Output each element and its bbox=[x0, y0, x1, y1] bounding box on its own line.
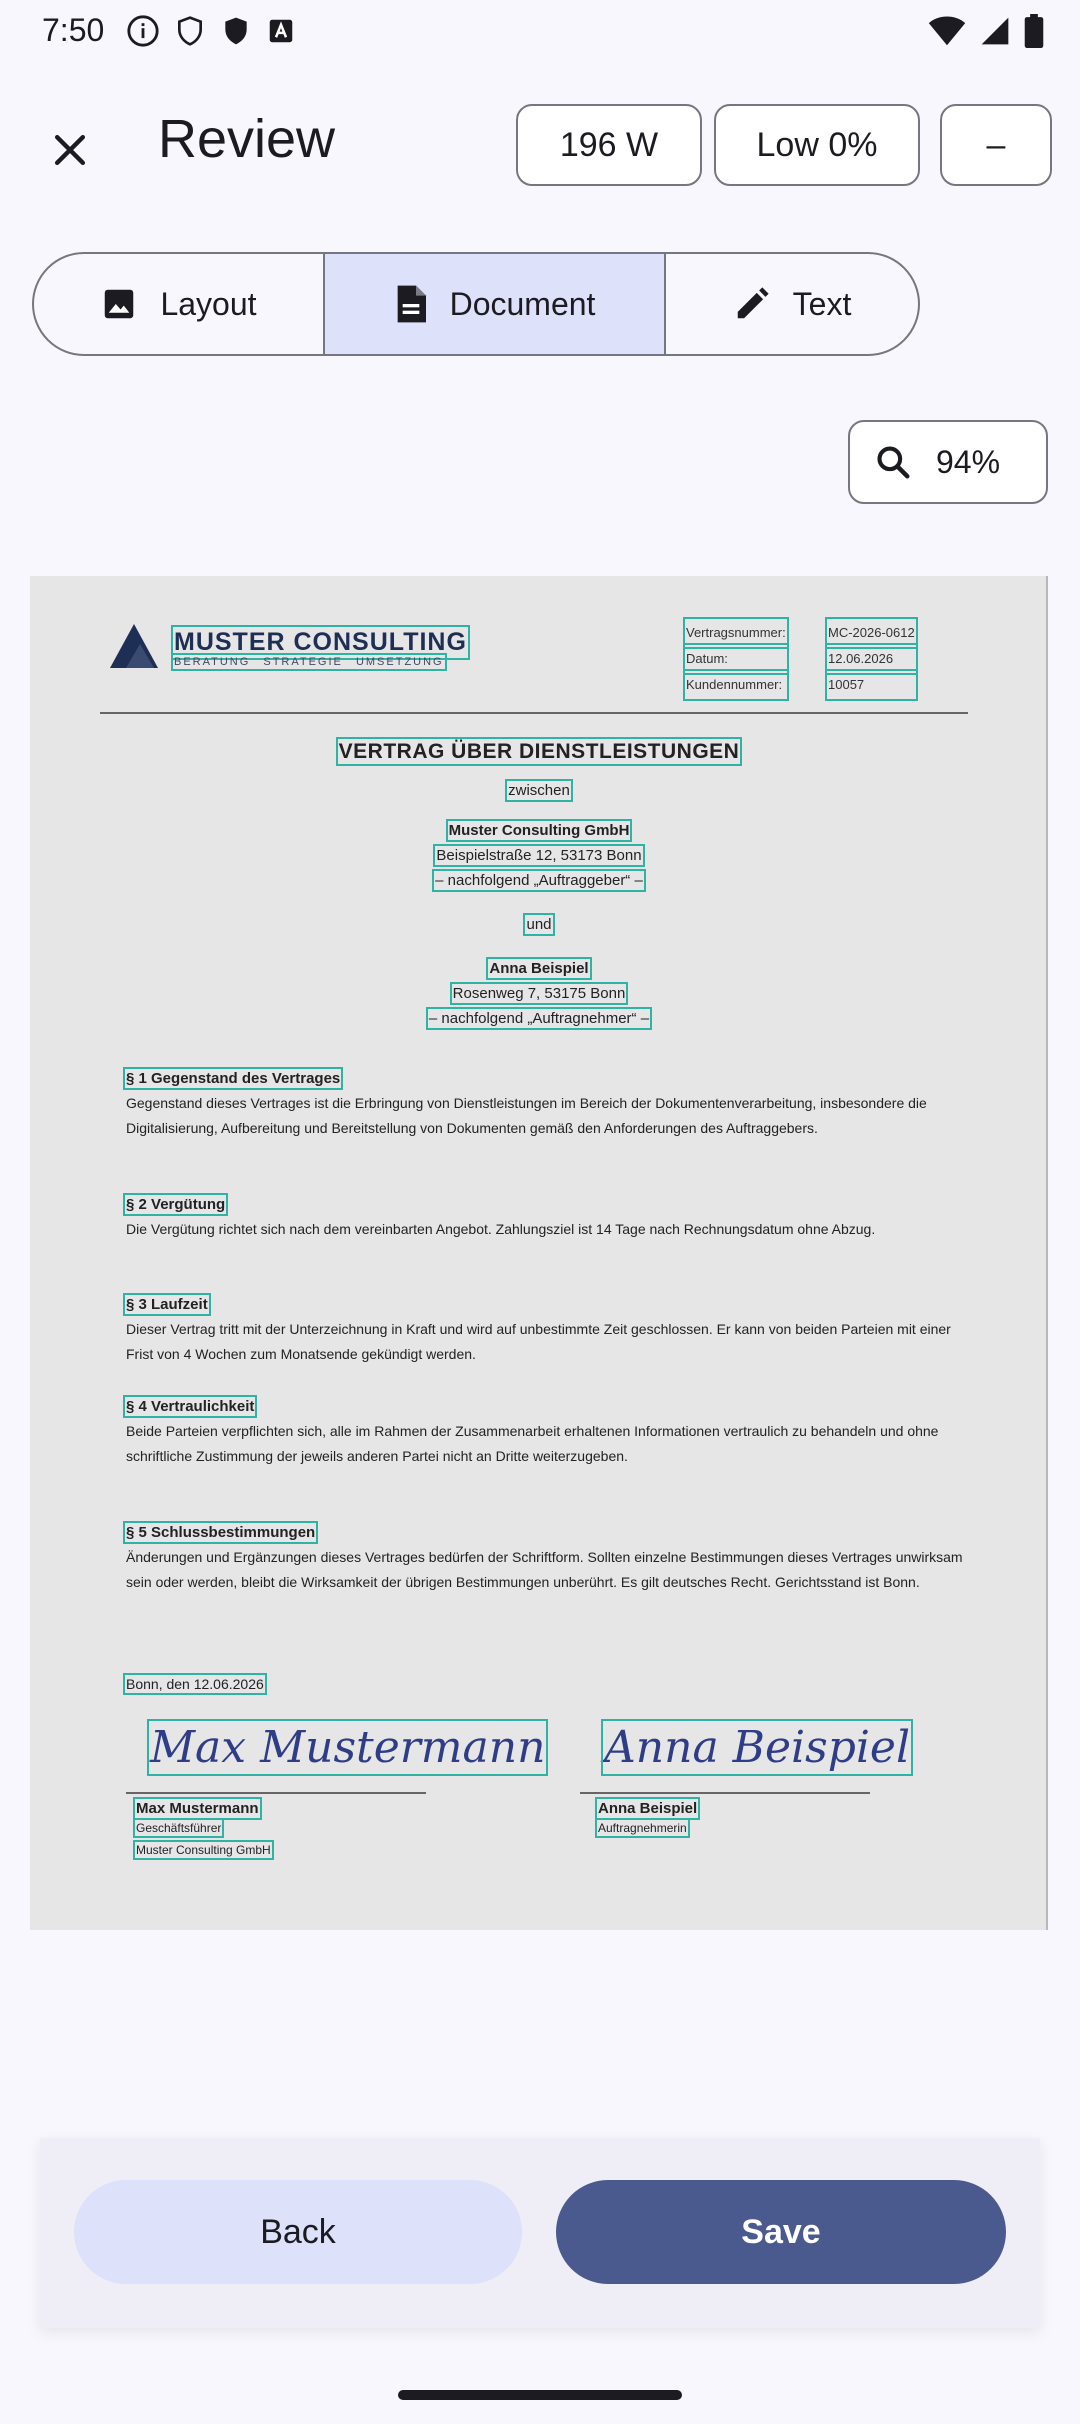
meta-label: Vertragsnummer: bbox=[683, 617, 789, 649]
section-heading: § 4 Vertraulichkeit bbox=[122, 1395, 258, 1418]
signer-name: Max Mustermann bbox=[133, 1797, 262, 1820]
section-3: § 3 Laufzeit Dieser Vertrag tritt mit de… bbox=[123, 1293, 966, 1367]
meta-value: 12.06.2026 bbox=[825, 643, 918, 675]
shield-filled-icon bbox=[225, 17, 247, 45]
signer-1-block: Max Mustermann Geschäftsführer Muster Co… bbox=[132, 1797, 274, 1861]
contract-title: VERTRAG ÜBER DIENSTLEISTUNGEN bbox=[335, 737, 743, 766]
back-button[interactable]: Back bbox=[74, 2180, 522, 2284]
signer-company: Muster Consulting GmbH bbox=[133, 1840, 274, 1860]
segment-label: Document bbox=[449, 285, 596, 322]
gesture-navigation-handle[interactable] bbox=[398, 2390, 682, 2400]
company-name: MUSTER CONSULTING bbox=[171, 625, 470, 660]
minus-icon: – bbox=[986, 125, 1006, 164]
shield-outline-icon bbox=[178, 16, 202, 46]
section-text: Beide Parteien verpflichten sich, alle i… bbox=[126, 1423, 939, 1464]
signature-2: Anna Beispiel bbox=[600, 1719, 914, 1776]
view-mode-segmented-control: Layout Document Text bbox=[32, 252, 920, 356]
company-logo-icon bbox=[110, 624, 158, 668]
contract-meta-labels: Vertragsnummer: Datum: Kundennummer: bbox=[683, 617, 789, 701]
battery-icon bbox=[1024, 14, 1044, 48]
section-text: Gegenstand dieses Vertrages ist die Erbr… bbox=[126, 1095, 927, 1136]
search-icon bbox=[877, 446, 910, 479]
section-text: Die Vergütung richtet sich nach dem vere… bbox=[126, 1221, 876, 1237]
status-system-icons bbox=[928, 14, 1044, 48]
section-text: Dieser Vertrag tritt mit der Unterzeichn… bbox=[126, 1321, 951, 1362]
place-date: Bonn, den 12.06.2026 bbox=[123, 1673, 267, 1695]
section-2: § 2 Vergütung Die Vergütung richtet sich… bbox=[122, 1193, 966, 1242]
low-chip[interactable]: Low 0% bbox=[714, 104, 920, 186]
status-notification-icons bbox=[126, 14, 296, 48]
party2-role: – nachfolgend „Auftragnehmer“ – bbox=[425, 1007, 653, 1030]
status-bar: 7:50 bbox=[0, 0, 1080, 64]
save-button[interactable]: Save bbox=[556, 2180, 1006, 2284]
section-text: Änderungen und Ergänzungen dieses Vertra… bbox=[126, 1549, 963, 1590]
signer-role: Auftragnehmerin bbox=[595, 1818, 690, 1838]
minus-chip[interactable]: – bbox=[940, 104, 1052, 186]
signal-icon bbox=[981, 17, 1009, 45]
font-icon bbox=[269, 19, 293, 43]
segment-label: Text bbox=[792, 285, 852, 322]
top-app-bar: Review 196 W Low 0% – bbox=[0, 100, 1080, 210]
segment-layout[interactable]: Layout bbox=[34, 254, 323, 354]
page-title: Review bbox=[158, 109, 336, 169]
between-line: zwischen bbox=[505, 779, 573, 802]
company-tagline: BERATUNG STRATEGIE UMSETZUNG bbox=[171, 653, 447, 671]
segment-text[interactable]: Text bbox=[664, 254, 918, 354]
close-button[interactable] bbox=[40, 120, 100, 180]
party2-address: Rosenweg 7, 53175 Bonn bbox=[449, 982, 629, 1005]
document-preview[interactable]: MUSTER CONSULTING BERATUNG STRATEGIE UMS… bbox=[30, 576, 1048, 1930]
power-chip[interactable]: 196 W bbox=[516, 104, 702, 186]
section-4: § 4 Vertraulichkeit Beide Parteien verpf… bbox=[122, 1395, 966, 1469]
signer-role: Geschäftsführer bbox=[132, 1818, 225, 1838]
signature-line-2 bbox=[580, 1792, 870, 1794]
bottom-action-bar: Back Save bbox=[40, 2138, 1040, 2328]
close-icon bbox=[54, 134, 86, 166]
info-icon bbox=[127, 15, 159, 47]
pencil-icon bbox=[737, 287, 769, 319]
party1-address: Beispielstraße 12, 53173 Bonn bbox=[433, 844, 645, 867]
section-1: § 1 Gegenstand des Vertrages Gegenstand … bbox=[122, 1067, 966, 1141]
and-line: und bbox=[523, 913, 555, 936]
section-heading: § 3 Laufzeit bbox=[123, 1293, 211, 1316]
signature-1: Max Mustermann bbox=[146, 1719, 549, 1776]
section-heading: § 1 Gegenstand des Vertrages bbox=[122, 1067, 344, 1090]
meta-label: Datum: bbox=[683, 643, 789, 675]
section-heading: § 5 Schlussbestimmungen bbox=[122, 1521, 319, 1544]
party1-name: Muster Consulting GmbH bbox=[445, 819, 633, 842]
contract-meta-values: MC-2026-0612 12.06.2026 10057 bbox=[825, 617, 918, 701]
zoom-value: 94% bbox=[936, 443, 1001, 480]
image-icon bbox=[105, 289, 134, 319]
status-time: 7:50 bbox=[42, 12, 105, 48]
signature-line-1 bbox=[126, 1792, 426, 1794]
signer-name: Anna Beispiel bbox=[594, 1797, 701, 1820]
meta-label: Kundennummer: bbox=[683, 669, 789, 701]
segment-label: Layout bbox=[160, 285, 257, 322]
section-heading: § 2 Vergütung bbox=[122, 1193, 229, 1216]
wifi-icon bbox=[928, 16, 966, 46]
segment-document[interactable]: Document bbox=[323, 254, 664, 354]
document-icon bbox=[397, 285, 426, 323]
signer-2-block: Anna Beispiel Auftragnehmerin bbox=[594, 1797, 701, 1839]
party2-name: Anna Beispiel bbox=[486, 957, 592, 980]
section-5: § 5 Schlussbestimmungen Änderungen und E… bbox=[122, 1521, 966, 1595]
zoom-chip[interactable]: 94% bbox=[848, 420, 1048, 504]
party1-role: – nachfolgend „Auftraggeber“ – bbox=[432, 869, 646, 892]
header-divider bbox=[100, 712, 968, 714]
meta-value: MC-2026-0612 bbox=[825, 617, 918, 649]
meta-value: 10057 bbox=[825, 669, 918, 701]
